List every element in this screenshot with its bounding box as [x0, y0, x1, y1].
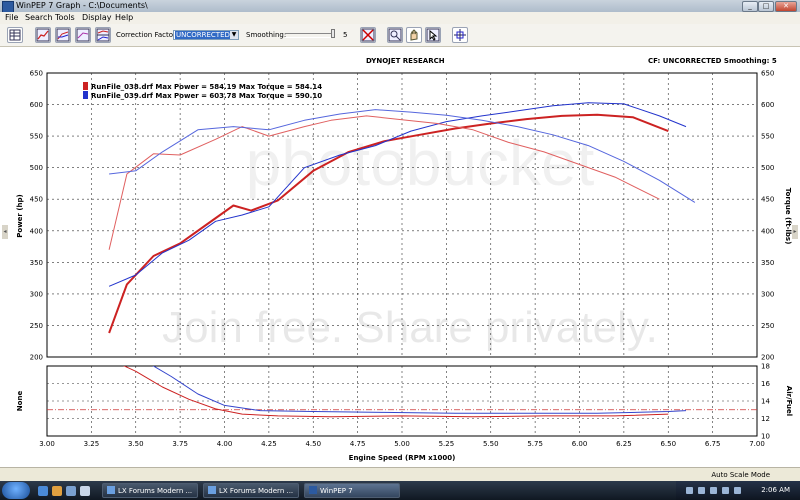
graph-options-icon[interactable]: [75, 27, 91, 43]
crosshair-icon[interactable]: [452, 27, 468, 43]
smoothing-slider[interactable]: [285, 33, 335, 38]
maximize-button[interactable]: □: [758, 1, 774, 12]
graph-header-status: CF: UNCORRECTED Smoothing: 5: [648, 57, 777, 65]
menu-file[interactable]: File: [5, 13, 18, 23]
cursor-icon[interactable]: [425, 27, 441, 43]
minimize-button[interactable]: _: [742, 1, 758, 12]
graph-panel: [0, 47, 800, 467]
tray-update-icon[interactable]: [722, 487, 729, 494]
smoothing-slider-thumb[interactable]: [331, 29, 335, 38]
quick-launch-explorer-icon[interactable]: [80, 486, 90, 496]
table-icon[interactable]: [7, 27, 23, 43]
toolbar: Correction Factor: Smoothing: 5: [0, 24, 800, 47]
window-title: WinPEP 7 Graph - C:\Documents\: [16, 1, 148, 10]
menu-tools[interactable]: Tools: [55, 13, 75, 23]
status-bar: Auto Scale Mode: [0, 467, 800, 482]
browser-icon: [107, 486, 115, 494]
chart-zoom-icon[interactable]: [387, 27, 403, 43]
disabled-x-icon[interactable]: [360, 27, 376, 43]
correction-factor-value: UNCORRECTED: [175, 31, 231, 39]
taskbar-task-winpep[interactable]: WinPEP 7: [304, 483, 400, 498]
graph-icon[interactable]: [35, 27, 51, 43]
graph-stack-icon[interactable]: [95, 27, 111, 43]
taskbar-task-forums-1[interactable]: LX Forums Modern ...: [102, 483, 198, 498]
left-splitter-grip[interactable]: ◂: [2, 225, 8, 239]
graph-header-title: DYNOJET RESEARCH: [366, 57, 445, 65]
hand-icon[interactable]: [406, 27, 422, 43]
right-splitter-grip[interactable]: ▸: [792, 225, 798, 239]
quick-launch-firefox-icon[interactable]: [52, 486, 62, 496]
correction-factor-select[interactable]: UNCORRECTED ▼: [173, 30, 239, 40]
browser-icon: [208, 486, 216, 494]
correction-factor-label: Correction Factor:: [116, 31, 179, 39]
app-icon: [309, 486, 317, 494]
system-tray: 2:06 AM: [676, 481, 800, 500]
clock: 2:06 AM: [761, 486, 790, 494]
multi-graph-icon[interactable]: [55, 27, 71, 43]
menu-search[interactable]: Search: [25, 13, 52, 23]
menu-help[interactable]: Help: [115, 13, 133, 23]
tray-security-icon[interactable]: [710, 487, 717, 494]
start-button[interactable]: [2, 482, 30, 499]
taskbar: LX Forums Modern ... LX Forums Modern ..…: [0, 481, 800, 500]
menu-display[interactable]: Display: [82, 13, 112, 23]
tray-network-icon[interactable]: [686, 487, 693, 494]
taskbar-task-forums-2[interactable]: LX Forums Modern ...: [203, 483, 299, 498]
chevron-down-icon[interactable]: ▼: [230, 31, 238, 39]
tray-battery-icon[interactable]: [734, 487, 741, 494]
tray-volume-icon[interactable]: [698, 487, 705, 494]
task-label: WinPEP 7: [320, 487, 353, 495]
smoothing-label: Smoothing:: [246, 31, 287, 39]
close-button[interactable]: ✕: [775, 1, 797, 12]
task-label: LX Forums Modern ...: [219, 487, 294, 495]
status-text: Auto Scale Mode: [711, 471, 770, 479]
quick-launch-desktop-icon[interactable]: [66, 486, 76, 496]
quick-launch-ie-icon[interactable]: [38, 486, 48, 496]
task-label: LX Forums Modern ...: [118, 487, 193, 495]
smoothing-value: 5: [343, 31, 348, 39]
